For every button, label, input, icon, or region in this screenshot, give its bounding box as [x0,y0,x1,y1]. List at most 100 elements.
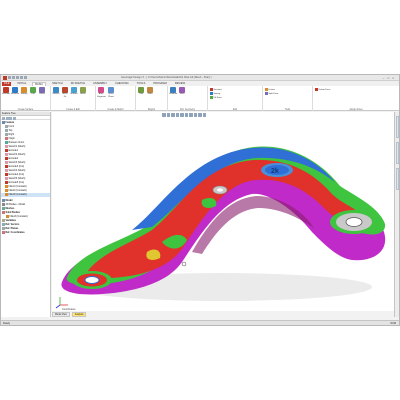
emboss-logo: 2k [271,168,279,175]
ribbon-group-ref-geometry: Chamfer Shell Ref. Geometry [168,86,208,111]
trim-button[interactable]: Trim [137,87,145,96]
model-viewport[interactable]: 2k Coordinates Model View Analysis [52,112,394,317]
tab-review[interactable]: REVIEW [173,82,187,86]
ribbon-group-label: Create & Match [107,109,124,111]
view-front-icon[interactable] [162,113,166,117]
selection-filter-icon[interactable] [198,113,202,117]
folder-icon [2,199,5,202]
tab-basic[interactable]: BASIC [32,81,47,86]
tab-model-view[interactable]: Model View [52,312,70,317]
extrude-cut-icon [5,173,8,176]
feature-tree: Feature Front Top Right Origin Boolean U… [1,120,50,235]
tab-3d-sketch[interactable]: 3D SKETCH [69,82,88,86]
vector-icon [2,223,5,226]
deviation-patch [146,249,161,260]
tab-analysis[interactable]: Analysis [71,312,87,317]
section-icon[interactable] [193,113,197,117]
viewport-tabs: Model View Analysis [52,312,87,317]
loft-button[interactable]: Loft [29,87,37,96]
save-icon[interactable] [16,76,19,79]
tree-item[interactable]: Ref. Coordinates [1,231,50,235]
viewport-toolbar [162,113,282,118]
zoom-fit-icon[interactable] [171,113,175,117]
open-icon[interactable] [12,76,15,79]
fill-face-button[interactable]: Fill Face [210,96,222,99]
fill-face-icon [210,96,213,99]
triad-label: Coordinates [62,308,76,311]
view-iso-icon[interactable] [166,113,170,117]
fillet-icon [5,185,8,188]
solid-icon [2,211,5,214]
split-face-button[interactable]: Split Face [265,92,278,95]
extrude-cut-icon [5,181,8,184]
split-face-icon [265,92,268,95]
status-text: Ready [3,322,10,325]
fillet-button[interactable]: Fillet [146,87,154,96]
ribbon-group-label: Edit [233,109,237,111]
tab-tools[interactable]: TOOLS [135,82,148,86]
dock-tab-properties[interactable] [395,142,399,164]
mesh-fit-button[interactable]: Mesh Fit [61,87,69,98]
tab-file[interactable]: FILE [2,81,12,86]
left-hole [84,276,100,284]
tab-sketch[interactable]: SKETCH [50,82,65,86]
shell-button[interactable]: Shell [178,87,186,96]
extract-button[interactable]: Extract [52,87,60,96]
sections-button[interactable]: Sections [210,88,222,91]
insert-plane-button[interactable]: Insert Plane [107,87,115,98]
offset-button[interactable]: Offset [38,87,46,96]
redo-icon[interactable] [24,76,27,79]
z-axis-line [55,304,61,309]
variables-icon [2,219,5,222]
extrude-button[interactable]: Extrude [2,87,10,96]
sections-icon [210,88,213,91]
pan-icon[interactable] [180,113,184,117]
ribbon-group-label: Tools [284,109,291,111]
sweep-button[interactable]: Sweep [20,87,28,96]
display-icon[interactable] [202,113,206,117]
tab-assembly[interactable]: ASSEMBLY [91,82,109,86]
tab-program[interactable]: PROGRAM [151,82,168,86]
chamfer-button[interactable]: Chamfer [169,87,177,96]
part-3d-render[interactable]: 2k Coordinates [52,112,394,311]
ribbon-group-label: Create & Edit [66,109,80,111]
auto-segment-button[interactable]: Auto Segment [97,87,106,98]
coordinate-icon [2,231,5,234]
sketch-icon [5,177,8,180]
tab-initial[interactable]: INITIAL [15,82,28,86]
search-icon[interactable] [12,116,16,120]
undo-icon[interactable] [20,76,23,79]
zoom-icon[interactable] [184,113,188,117]
close-icon[interactable]: × [392,76,397,80]
surface-bump-center [217,188,223,192]
origin-icon [5,137,8,140]
coordinate-triad: Coordinates [55,297,76,311]
new-icon[interactable] [8,76,11,79]
sketch-icon [5,145,8,148]
mesh-button[interactable]: Mesh [79,87,87,96]
sweep-small-button[interactable]: Sweep [210,92,220,95]
tree-item-selected[interactable]: Fillet3 (Constant) [1,193,50,197]
ribbon-group-region: Trim Fillet Region [136,86,168,111]
dock-tab-display[interactable] [395,168,399,190]
extrude-cut-icon [5,165,8,168]
untrim-button[interactable]: Untrim [265,88,275,91]
delete-face-button[interactable]: Delete Face [315,88,330,91]
ribbon-group-label: Region [147,109,156,111]
revolve-button[interactable]: Revolve [11,87,19,96]
plane-icon [5,133,8,136]
ribbon-group-label: Ref. Geometry [180,109,195,111]
ribbon-group-edit: Sections Sweep Fill Face Edit [208,86,263,111]
ribbon-group-tools: Untrim Split Face Tools [263,86,313,111]
body-icon [2,203,5,206]
quick-access-toolbar [8,76,48,80]
tab-checking[interactable]: CHECKING [113,82,131,86]
sweep-small-icon [210,92,213,95]
plane-icon [2,227,5,230]
feature-tree-panel: Feature Tree Feature Front Top Right Ori… [1,112,51,317]
app-logo-icon[interactable] [3,76,7,80]
render-mode-icon[interactable] [189,113,193,117]
dock-tab-help[interactable] [395,116,399,138]
rotate-icon[interactable] [175,113,179,117]
surface-button[interactable]: Surface [70,87,78,96]
